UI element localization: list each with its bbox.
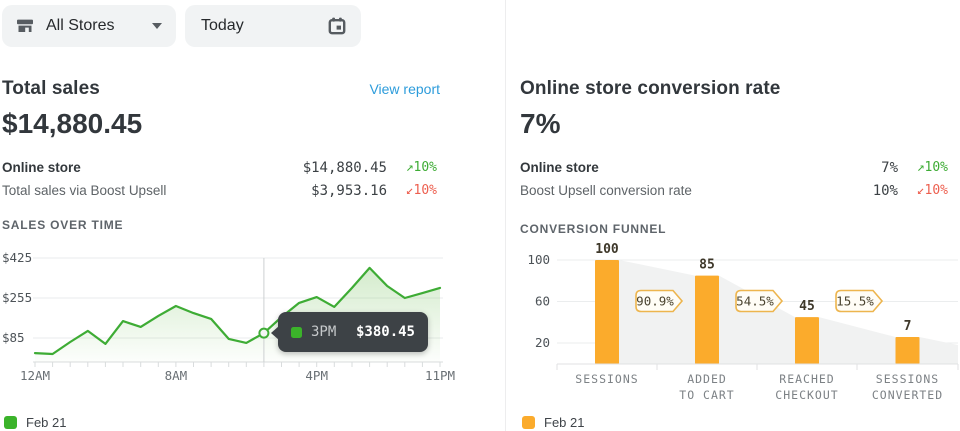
sales-legend: Feb 21 <box>4 415 66 430</box>
svg-text:$85: $85 <box>2 330 25 345</box>
trend-down-icon: ↙ <box>406 183 414 198</box>
svg-text:SESSIONS: SESSIONS <box>876 372 939 386</box>
svg-text:11PM: 11PM <box>425 368 455 383</box>
date-selector-button[interactable]: Today <box>185 5 361 47</box>
legend-label: Feb 21 <box>544 415 584 430</box>
conversion-funnel-heading: CONVERSION FUNNEL <box>520 222 666 236</box>
svg-text:60: 60 <box>535 294 550 309</box>
funnel-legend: Feb 21 <box>522 415 584 430</box>
metric-row-boost-upsell: Total sales via Boost Upsell $3,953.16 ↙… <box>2 179 437 202</box>
calendar-icon <box>327 16 347 36</box>
chart-tooltip: 3PM $380.45 <box>278 312 428 352</box>
metric-delta: ↗10% <box>387 160 437 175</box>
conversion-rate-value: 7% <box>520 108 560 140</box>
sales-over-time-heading: SALES OVER TIME <box>2 218 123 232</box>
svg-text:ADDED: ADDED <box>687 372 727 386</box>
metric-row-boost-upsell: Boost Upsell conversion rate 10% ↙10% <box>520 179 948 202</box>
svg-text:15.5%: 15.5% <box>836 294 874 309</box>
total-sales-title: Total sales <box>2 78 100 100</box>
trend-up-icon: ↗ <box>406 160 414 175</box>
trend-down-icon: ↙ <box>917 183 925 198</box>
conversion-breakdown: Online store 7% ↗10% Boost Upsell conver… <box>520 156 948 202</box>
metric-delta: ↗10% <box>898 160 948 175</box>
metric-delta: ↙10% <box>898 183 948 198</box>
svg-text:$425: $425 <box>2 250 32 265</box>
svg-text:TO CART: TO CART <box>679 388 734 402</box>
tooltip-value: $380.45 <box>356 324 415 340</box>
svg-text:100: 100 <box>595 242 619 257</box>
svg-text:12AM: 12AM <box>20 368 50 383</box>
metric-label: Online store <box>520 160 599 175</box>
store-selector-label: All Stores <box>46 17 114 35</box>
metric-value: $14,880.45 <box>303 160 387 176</box>
metric-value: 7% <box>881 160 898 176</box>
conversion-rate-title: Online store conversion rate <box>520 78 780 100</box>
total-sales-value: $14,880.45 <box>2 108 142 140</box>
metric-delta: ↙10% <box>387 183 437 198</box>
tooltip-series-swatch <box>291 327 302 338</box>
legend-label: Feb 21 <box>26 415 66 430</box>
svg-text:CHECKOUT: CHECKOUT <box>775 388 838 402</box>
svg-text:100: 100 <box>527 252 550 267</box>
svg-text:SESSIONS: SESSIONS <box>575 372 638 386</box>
date-selector-label: Today <box>201 17 244 35</box>
svg-text:45: 45 <box>799 299 815 314</box>
svg-text:$255: $255 <box>2 290 32 305</box>
metric-row-online-store: Online store 7% ↗10% <box>520 156 948 179</box>
metric-label: Boost Upsell conversion rate <box>520 183 692 198</box>
svg-text:90.9%: 90.9% <box>636 294 674 309</box>
metric-label: Total sales via Boost Upsell <box>2 183 166 198</box>
svg-text:8AM: 8AM <box>165 368 188 383</box>
svg-text:54.5%: 54.5% <box>736 294 774 309</box>
svg-text:4PM: 4PM <box>305 368 328 383</box>
analytics-dashboard: All Stores Today Total sales View report… <box>0 0 960 431</box>
svg-text:85: 85 <box>699 258 715 273</box>
total-sales-breakdown: Online store $14,880.45 ↗10% Total sales… <box>2 156 437 202</box>
metric-value: $3,953.16 <box>311 183 387 199</box>
metric-label: Online store <box>2 160 81 175</box>
chevron-down-icon <box>152 23 162 29</box>
svg-text:CONVERTED: CONVERTED <box>872 388 943 402</box>
legend-swatch-orange <box>522 416 535 429</box>
svg-text:20: 20 <box>535 335 550 350</box>
store-selector-button[interactable]: All Stores <box>2 5 176 47</box>
trend-up-icon: ↗ <box>917 160 925 175</box>
metric-value: 10% <box>873 183 898 199</box>
metric-row-online-store: Online store $14,880.45 ↗10% <box>2 156 437 179</box>
conversion-funnel-chart[interactable]: 100 60 20 100 85 45 7 90.9% 54.5% 15.5% SESSIONS AD… <box>520 240 960 410</box>
legend-swatch-green <box>4 416 17 429</box>
store-icon <box>16 17 34 35</box>
svg-text:7: 7 <box>904 319 912 334</box>
svg-text:REACHED: REACHED <box>779 372 834 386</box>
view-report-link[interactable]: View report <box>369 81 440 97</box>
tooltip-time: 3PM <box>311 324 336 340</box>
panel-divider <box>505 0 506 431</box>
